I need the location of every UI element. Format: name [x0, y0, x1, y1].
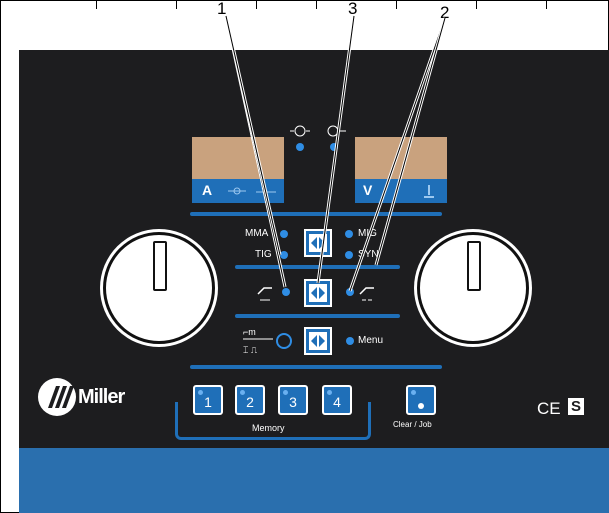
leader-2b [375, 17, 446, 266]
leader-2a [349, 17, 446, 292]
callout-leaders [224, 15, 447, 292]
leader-3 [317, 15, 355, 284]
leader-1b [225, 15, 281, 256]
